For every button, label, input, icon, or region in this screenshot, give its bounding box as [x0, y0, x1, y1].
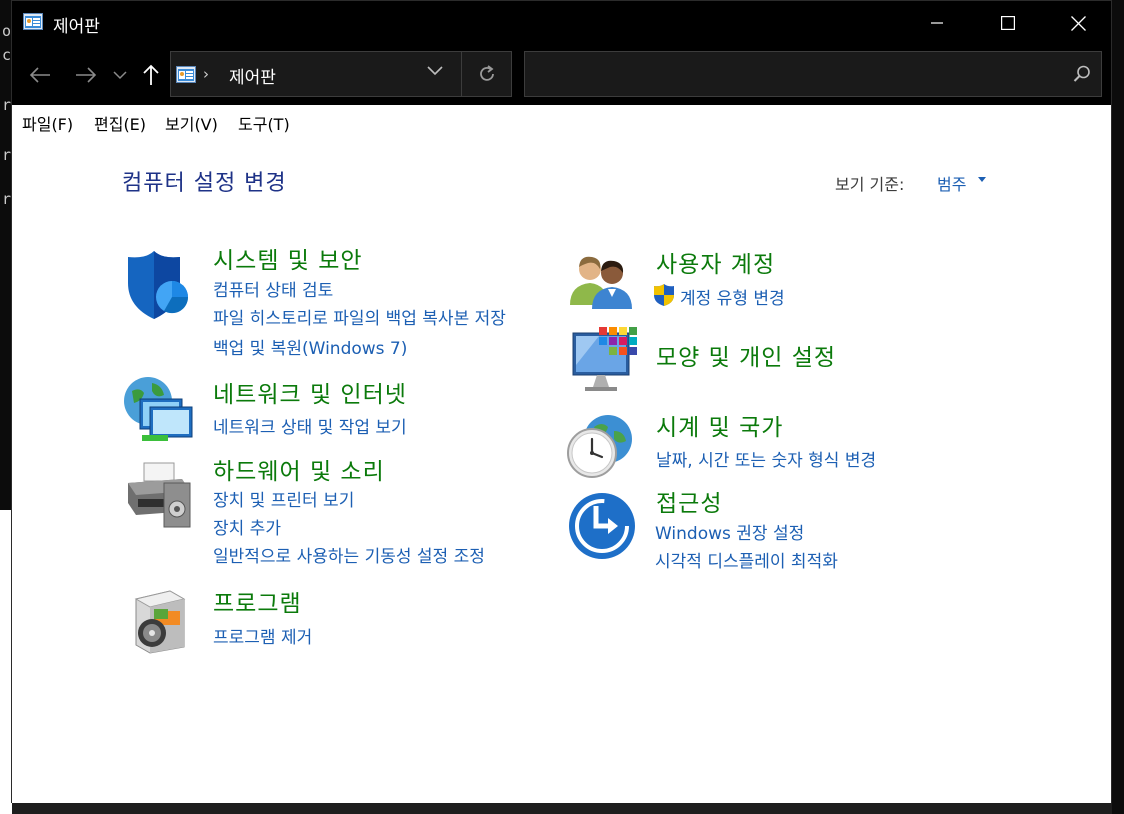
menu-view[interactable]: 보기(V) — [165, 111, 218, 135]
link-uninstall-program[interactable]: 프로그램 제거 — [213, 623, 312, 648]
close-icon — [1070, 15, 1086, 31]
category-ease-of-access[interactable]: 접근성 — [656, 484, 722, 518]
address-box[interactable]: › 제어판 — [170, 51, 512, 97]
navigation-bar: › 제어판 — [12, 45, 1111, 105]
terminal-char: c — [2, 46, 12, 64]
search-input[interactable] — [533, 60, 1057, 90]
caret-down-icon[interactable] — [978, 177, 986, 182]
arrow-right-icon — [76, 67, 97, 83]
background-taskbar-edge — [12, 803, 1112, 814]
category-network-internet[interactable]: 네트워크 및 인터넷 — [213, 375, 407, 409]
breadcrumb-control-panel[interactable]: 제어판 — [229, 63, 276, 88]
control-panel-icon — [23, 13, 43, 30]
minimize-icon — [931, 22, 943, 24]
link-review-computer-status[interactable]: 컴퓨터 상태 검토 — [213, 276, 333, 301]
link-add-device[interactable]: 장치 추가 — [213, 514, 281, 539]
chevron-down-icon[interactable] — [427, 66, 443, 76]
close-button[interactable] — [1043, 1, 1113, 45]
arrow-up-icon — [143, 64, 159, 85]
up-button[interactable] — [140, 61, 162, 89]
control-panel-icon — [176, 66, 196, 83]
maximize-icon — [1001, 16, 1015, 30]
divider — [461, 52, 462, 96]
title-bar[interactable]: 제어판 — [12, 1, 1111, 45]
minimize-button[interactable] — [902, 1, 972, 45]
category-programs[interactable]: 프로그램 — [213, 584, 302, 618]
chevron-down-icon — [113, 70, 127, 79]
category-clock-region[interactable]: 시계 및 국가 — [656, 408, 783, 442]
window-title: 제어판 — [53, 17, 100, 37]
link-date-time-format[interactable]: 날짜, 시간 또는 숫자 형식 변경 — [656, 446, 876, 471]
category-user-accounts[interactable]: 사용자 계정 — [656, 245, 775, 279]
category-hardware-sound[interactable]: 하드웨어 및 소리 — [213, 452, 385, 486]
arrow-left-icon — [29, 67, 50, 83]
menu-file[interactable]: 파일(F) — [22, 111, 73, 135]
refresh-icon[interactable] — [477, 64, 497, 84]
terminal-char: r — [2, 96, 12, 114]
link-network-status[interactable]: 네트워크 상태 및 작업 보기 — [213, 413, 407, 438]
recent-locations-button[interactable] — [110, 61, 130, 89]
uac-shield-icon — [654, 284, 674, 306]
view-by-label: 보기 기준: — [835, 175, 905, 194]
terminal-char: r — [2, 146, 12, 164]
terminal-char: o — [2, 22, 12, 40]
menu-bar: 파일(F) 편집(E) 보기(V) 도구(T) — [12, 105, 1111, 136]
appearance-monitor-icon[interactable] — [569, 325, 639, 397]
link-optimize-display[interactable]: 시각적 디스플레이 최적화 — [655, 547, 838, 572]
view-by-dropdown[interactable]: 범주 — [937, 171, 966, 195]
page-title: 컴퓨터 설정 변경 — [122, 171, 287, 196]
users-icon[interactable] — [568, 251, 638, 311]
link-backup-restore[interactable]: 백업 및 복원(Windows 7) — [213, 334, 407, 359]
programs-disc-icon[interactable] — [130, 585, 190, 655]
maximize-button[interactable] — [973, 1, 1043, 45]
menu-edit[interactable]: 편집(E) — [94, 111, 146, 135]
link-recommended-settings[interactable]: Windows 권장 설정 — [655, 519, 804, 544]
link-file-history[interactable]: 파일 히스토리로 파일의 백업 복사본 저장 — [213, 304, 506, 329]
background-window-edge — [1112, 0, 1124, 814]
control-panel-window: 제어판 › 제어판 파일(F) 편집(E) 보기(V) 도구(T) 컴퓨터 설정… — [11, 0, 1112, 803]
printer-icon[interactable] — [124, 461, 196, 529]
category-appearance[interactable]: 모양 및 개인 설정 — [656, 338, 836, 372]
clock-globe-icon[interactable] — [564, 411, 636, 481]
forward-button[interactable] — [74, 61, 98, 89]
search-icon[interactable] — [1073, 65, 1091, 83]
category-system-security[interactable]: 시스템 및 보안 — [213, 241, 363, 275]
shield-icon[interactable] — [124, 249, 192, 321]
terminal-char: r — [2, 190, 12, 208]
back-button[interactable] — [28, 61, 52, 89]
link-mobility-settings[interactable]: 일반적으로 사용하는 기동성 설정 조정 — [213, 542, 485, 567]
breadcrumb-separator[interactable]: › — [203, 65, 209, 83]
link-devices-printers[interactable]: 장치 및 프린터 보기 — [213, 486, 354, 511]
ease-of-access-icon[interactable] — [568, 492, 636, 560]
content-area: 컴퓨터 설정 변경 보기 기준: 범주 시스템 및 보안 컴퓨터 상태 검토 파… — [12, 135, 1111, 803]
network-globe-icon[interactable] — [122, 373, 196, 445]
link-change-account-type[interactable]: 계정 유형 변경 — [680, 284, 785, 309]
menu-tools[interactable]: 도구(T) — [238, 111, 290, 135]
search-box[interactable] — [524, 51, 1102, 97]
